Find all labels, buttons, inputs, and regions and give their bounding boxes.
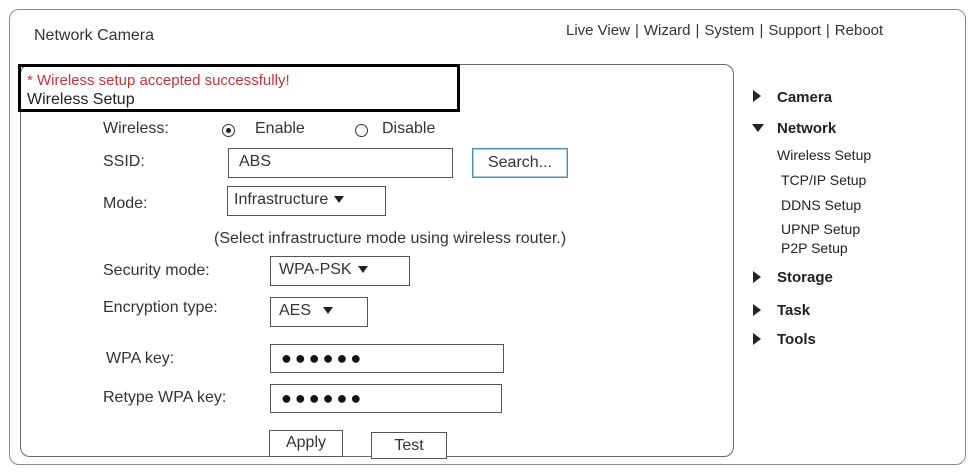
mode-hint: (Select infrastructure mode using wirele… bbox=[214, 230, 567, 247]
sidebar-task[interactable]: Task bbox=[777, 302, 810, 319]
top-nav: Live View | Wizard | System | Support | Reboot bbox=[566, 22, 883, 39]
retype-wpa-key-label: Retype WPA key: bbox=[103, 389, 227, 406]
disable-radio[interactable] bbox=[355, 124, 368, 137]
sidebar-storage[interactable]: Storage bbox=[777, 269, 833, 286]
section-title: Wireless Setup bbox=[27, 91, 135, 108]
nav-separator: | bbox=[634, 22, 639, 39]
chevron-down-icon bbox=[334, 196, 345, 204]
nav-separator: | bbox=[825, 22, 830, 39]
ssid-label: SSID: bbox=[103, 153, 145, 170]
enable-label: Enable bbox=[255, 120, 305, 137]
encryption-type-value: AES bbox=[279, 302, 312, 319]
nav-separator: | bbox=[695, 22, 700, 39]
sidebar-item-p2p-setup[interactable]: P2P Setup bbox=[781, 240, 848, 256]
mode-value: Infrastructure bbox=[234, 191, 329, 208]
sidebar-camera[interactable]: Camera bbox=[777, 89, 832, 106]
chevron-down-icon bbox=[752, 124, 764, 132]
radio-selected-dot bbox=[225, 127, 231, 133]
sidebar-item-upnp-setup[interactable]: UPNP Setup bbox=[781, 221, 860, 237]
sidebar-item-ddns-setup[interactable]: DDNS Setup bbox=[781, 197, 861, 213]
wpa-key-input[interactable]: ●●●●●● bbox=[270, 344, 504, 373]
security-mode-value: WPA-PSK bbox=[279, 261, 352, 278]
chevron-right-icon bbox=[753, 304, 761, 316]
nav-system[interactable]: System bbox=[704, 22, 754, 39]
chevron-down-icon bbox=[357, 266, 368, 274]
nav-separator: | bbox=[759, 22, 764, 39]
sidebar-item-tcpip-setup[interactable]: TCP/IP Setup bbox=[781, 172, 866, 188]
chevron-right-icon bbox=[753, 90, 761, 102]
mode-select[interactable]: Infrastructure bbox=[227, 186, 386, 216]
test-button[interactable]: Test bbox=[371, 432, 447, 459]
apply-button[interactable]: Apply bbox=[269, 430, 343, 457]
ssid-input[interactable]: ABS bbox=[228, 148, 453, 178]
chevron-down-icon bbox=[323, 307, 334, 315]
nav-support[interactable]: Support bbox=[768, 22, 821, 39]
sidebar-network[interactable]: Network bbox=[777, 120, 836, 137]
sidebar-item-wireless-setup[interactable]: Wireless Setup bbox=[777, 147, 871, 163]
security-mode-label: Security mode: bbox=[103, 262, 210, 279]
nav-live-view[interactable]: Live View bbox=[566, 22, 630, 39]
nav-reboot[interactable]: Reboot bbox=[835, 22, 883, 39]
nav-wizard[interactable]: Wizard bbox=[644, 22, 691, 39]
wireless-label: Wireless: bbox=[103, 120, 169, 137]
wpa-key-label: WPA key: bbox=[106, 350, 175, 367]
security-mode-select[interactable]: WPA-PSK bbox=[270, 256, 410, 286]
enable-radio[interactable] bbox=[222, 124, 235, 137]
encryption-type-select[interactable]: AES bbox=[270, 297, 368, 327]
chevron-right-icon bbox=[753, 271, 761, 283]
encryption-type-label: Encryption type: bbox=[103, 299, 218, 316]
search-button[interactable]: Search... bbox=[472, 148, 568, 178]
disable-label: Disable bbox=[382, 120, 436, 137]
retype-wpa-key-input[interactable]: ●●●●●● bbox=[270, 384, 502, 413]
sidebar-tools[interactable]: Tools bbox=[777, 331, 816, 348]
chevron-right-icon bbox=[753, 333, 761, 345]
mode-label: Mode: bbox=[103, 195, 148, 212]
success-message: * Wireless setup accepted successfully! bbox=[27, 72, 290, 89]
app-title: Network Camera bbox=[34, 27, 155, 44]
